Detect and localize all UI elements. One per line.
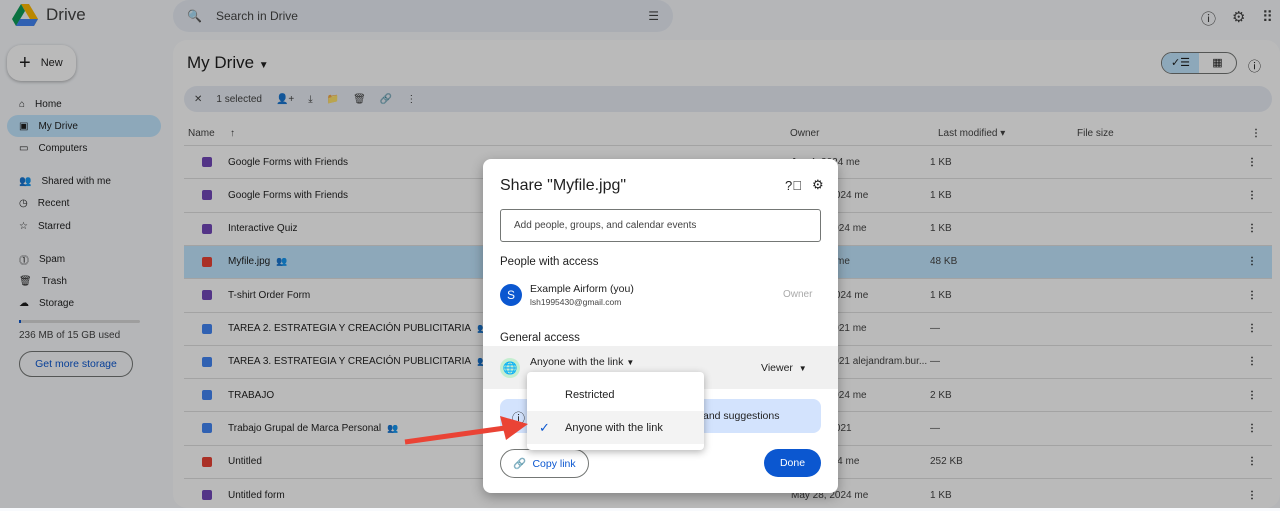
help-icon[interactable]: ?⃝	[785, 178, 802, 193]
dialog-title: Share "Myfile.jpg"	[500, 177, 627, 194]
menu-item-restricted[interactable]: Restricted	[527, 378, 704, 411]
settings-icon[interactable]: ⚙	[812, 177, 824, 193]
link-icon: 🔗	[513, 458, 527, 470]
avatar: S	[500, 284, 522, 306]
caret-down-icon: ▼	[626, 358, 635, 367]
role-dropdown[interactable]: Viewer ▼	[761, 362, 807, 374]
globe-icon: 🌐	[500, 358, 520, 378]
access-dropdown[interactable]: Anyone with the link ▼	[530, 356, 634, 368]
annotation-arrow-icon	[404, 416, 528, 445]
general-access-heading: General access	[500, 332, 580, 344]
people-heading: People with access	[500, 256, 599, 268]
add-people-input[interactable]: Add people, groups, and calendar events	[500, 209, 821, 242]
access-menu: Restricted ✓ Anyone with the link	[527, 372, 704, 450]
caret-down-icon: ▼	[798, 364, 807, 373]
check-icon: ✓	[539, 419, 550, 435]
done-button[interactable]: Done	[764, 449, 821, 477]
person-role: Owner	[783, 289, 813, 300]
person-name: Example Airform (you)	[530, 283, 634, 295]
copy-link-button[interactable]: 🔗 Copy link	[500, 449, 589, 478]
menu-item-anyone-with-link[interactable]: ✓ Anyone with the link	[527, 411, 704, 444]
person-email: lsh1995430@gmail.com	[530, 297, 622, 307]
